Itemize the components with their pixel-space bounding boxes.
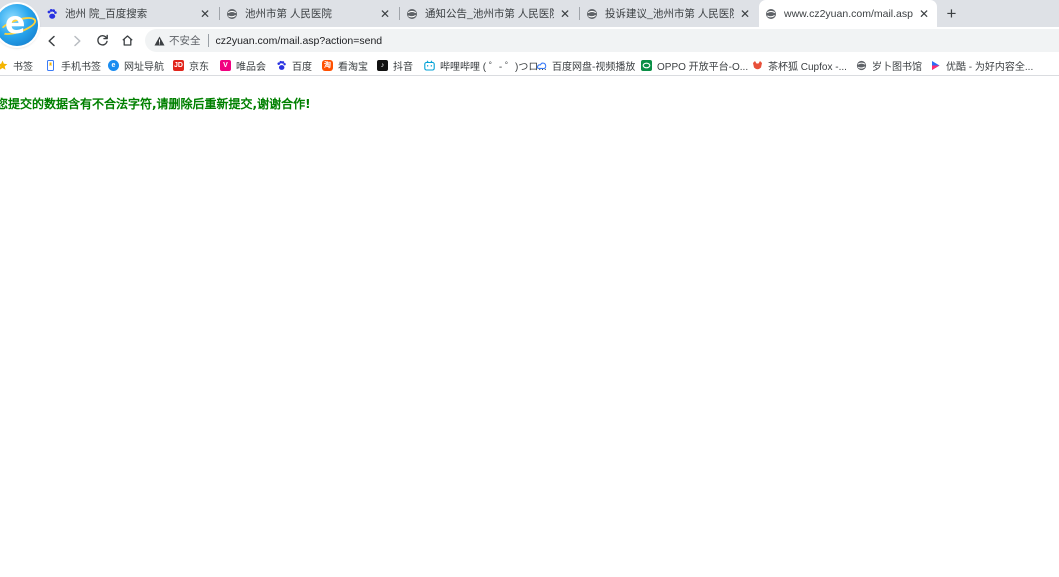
bookmark-item[interactable]: OPPO 开放平台-O...	[641, 57, 748, 73]
bookmark-label: 优酷 - 为好内容全...	[946, 61, 1034, 73]
close-icon[interactable]: ✕	[558, 7, 572, 21]
bookmark-item[interactable]: V 唯品会	[220, 57, 266, 73]
warning-triangle-icon[interactable]	[152, 34, 166, 48]
bookmark-item[interactable]: 茶杯狐 Cupfox -...	[752, 57, 847, 73]
bookmark-label: 手机书签	[61, 61, 101, 73]
tab-hospital-home[interactable]: 池州市第 人民医院 ✕	[220, 0, 398, 27]
taobao-icon: 淘	[322, 59, 333, 71]
bookmark-item[interactable]: 哔哩哔哩 ( ゜- ゜)つロ...	[424, 57, 547, 73]
oppo-icon	[641, 59, 652, 71]
bookmark-label: 看淘宝	[338, 61, 368, 73]
vip-icon: V	[220, 59, 231, 71]
baidu-paw-icon	[46, 8, 58, 20]
bookmark-label: 网址导航	[124, 61, 164, 73]
bookmark-label: 百度网盘-视频播放	[552, 61, 636, 73]
bookmark-item[interactable]: 手机书签	[45, 57, 101, 73]
bookmark-label: 抖音	[393, 61, 413, 73]
globe-icon	[226, 8, 238, 20]
bookmark-label: 京东	[189, 61, 209, 73]
tab-title: 投诉建议_池州市第 人民医院	[605, 8, 734, 20]
toolbar: 不安全 cz2yuan.com/mail.asp?action=send	[0, 27, 1059, 54]
bookmark-item[interactable]: e 网址导航	[108, 57, 164, 73]
tab-title: 池州 院_百度搜索	[65, 8, 148, 20]
bookmark-item[interactable]: 书签	[0, 57, 33, 73]
bookmark-item[interactable]: ♪ 抖音	[377, 57, 413, 73]
page-content: 您提交的数据含有不合法字符,请删除后重新提交,谢谢合作!	[0, 77, 1059, 577]
globe-icon	[856, 60, 867, 71]
tab-strip: 池州 院_百度搜索 ✕ 池州市第 人民医院 ✕ 通知公告_池州市第 人民医院 ✕…	[0, 0, 1059, 27]
forward-button[interactable]	[66, 30, 87, 51]
globe-icon	[586, 8, 598, 20]
globe-icon	[406, 8, 418, 20]
address-bar[interactable]: 不安全 cz2yuan.com/mail.asp?action=send	[145, 29, 1059, 52]
new-tab-button[interactable]: +	[942, 4, 961, 23]
error-message: 您提交的数据含有不合法字符,请删除后重新提交,谢谢合作!	[0, 97, 311, 111]
reload-button[interactable]	[92, 30, 113, 51]
bilibili-icon	[424, 59, 435, 71]
browser-window: 池州 院_百度搜索 ✕ 池州市第 人民医院 ✕ 通知公告_池州市第 人民医院 ✕…	[0, 0, 1059, 577]
tab-complaints[interactable]: 投诉建议_池州市第 人民医院 ✕	[580, 0, 758, 27]
cupfox-icon	[752, 60, 763, 71]
security-label[interactable]: 不安全	[169, 33, 201, 48]
close-icon[interactable]: ✕	[738, 7, 752, 21]
bookmark-label: OPPO 开放平台-O...	[657, 61, 749, 73]
tab-baidu-search[interactable]: 池州 院_百度搜索 ✕	[40, 0, 218, 27]
mobile-bookmark-icon	[45, 59, 56, 71]
home-button[interactable]	[117, 30, 138, 51]
tab-notices[interactable]: 通知公告_池州市第 人民医院 ✕	[400, 0, 578, 27]
globe-icon	[765, 8, 777, 20]
bookmark-label: 书签	[13, 61, 33, 73]
arrow-right-icon	[73, 35, 81, 46]
logo-e-glyph: e	[5, 6, 26, 41]
bookmark-label: 唯品会	[236, 61, 266, 73]
browser-e-icon: e	[108, 59, 119, 71]
bookmark-label: 岁卜图书馆	[872, 61, 922, 73]
tab-title: 通知公告_池州市第 人民医院	[425, 8, 554, 20]
baidu-netdisk-icon	[536, 60, 547, 71]
omnibox-separator	[207, 34, 209, 47]
close-icon[interactable]: ✕	[378, 7, 392, 21]
bookmark-item[interactable]: JD 京东	[173, 57, 209, 73]
home-icon	[122, 35, 133, 46]
bookmark-item[interactable]: 岁卜图书馆	[856, 57, 922, 73]
star-icon	[0, 60, 8, 71]
baidu-paw-icon	[276, 60, 287, 71]
bookmark-item[interactable]: 淘 看淘宝	[322, 57, 368, 73]
bookmark-label: 哔哩哔哩 ( ゜- ゜)つロ...	[440, 61, 547, 73]
url-text[interactable]: cz2yuan.com/mail.asp?action=send	[216, 35, 383, 47]
close-icon[interactable]: ✕	[917, 7, 931, 21]
bookmarks-bar: 书签 手机书签 e 网址导航 JD 京东 V 唯品会 百度 淘 看淘宝 ♪ 抖音…	[0, 54, 1059, 76]
reload-icon	[97, 34, 108, 46]
bookmark-item[interactable]: 百度	[276, 57, 312, 73]
tab-title: www.cz2yuan.com/mail.asp?action=send	[784, 7, 913, 20]
tiktok-icon: ♪	[377, 59, 388, 71]
jd-icon: JD	[173, 59, 184, 71]
tab-mail-send-active[interactable]: www.cz2yuan.com/mail.asp?action=send ✕	[759, 0, 937, 27]
arrow-left-icon	[47, 35, 55, 46]
bookmark-label: 百度	[292, 61, 312, 73]
bookmark-item[interactable]: 优酷 - 为好内容全...	[930, 57, 1033, 73]
bookmark-label: 茶杯狐 Cupfox -...	[768, 61, 847, 73]
youku-icon	[930, 60, 941, 71]
close-icon[interactable]: ✕	[198, 7, 212, 21]
bookmark-item[interactable]: 百度网盘-视频播放	[536, 57, 635, 73]
back-button[interactable]	[41, 30, 62, 51]
tab-title: 池州市第 人民医院	[245, 8, 332, 20]
